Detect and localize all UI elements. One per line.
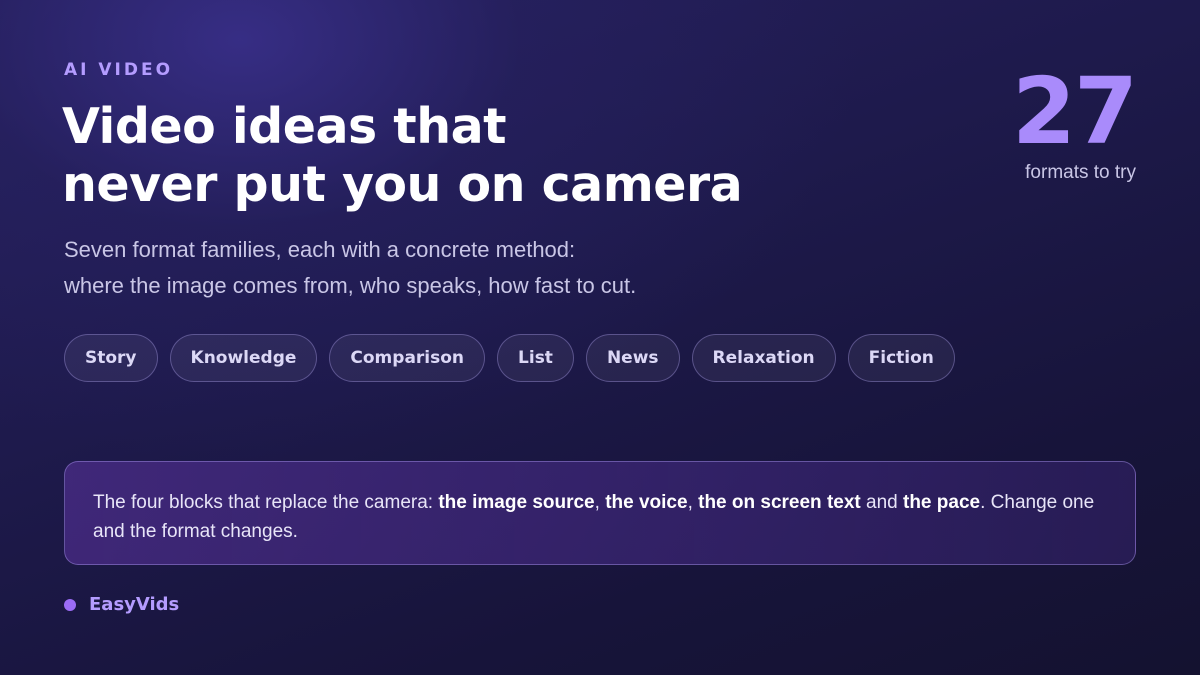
callout-intro: The four blocks that replace the camera:: [93, 492, 439, 513]
brand-dot-icon: [64, 598, 76, 611]
callout-block-voice: the voice: [605, 492, 688, 513]
format-count-stat: 27 formats to try: [1011, 58, 1138, 184]
brand-name: EasyVids: [89, 594, 180, 615]
callout-conjunction: and: [860, 492, 903, 513]
brand-footer: EasyVids: [64, 594, 179, 615]
page-subtitle-line-2: where the image comes from, who speaks, …: [64, 273, 637, 298]
page-title-line-1: Video ideas that: [62, 98, 507, 155]
format-family-chips: Story Knowledge Comparison List News Rel…: [64, 334, 955, 382]
callout-separator: ,: [594, 492, 606, 513]
chip-news[interactable]: News: [585, 334, 680, 382]
page-title: Video ideas that never put you on camera: [62, 98, 743, 214]
chip-knowledge[interactable]: Knowledge: [169, 334, 318, 382]
chip-story[interactable]: Story: [64, 334, 158, 382]
format-count-number: 27: [1011, 58, 1138, 165]
page-title-line-2: never put you on camera: [62, 156, 743, 213]
callout-block-on-screen-text: the on screen text: [698, 492, 861, 513]
callout-separator: ,: [687, 492, 699, 513]
page-subtitle-line-1: Seven format families, each with a concr…: [64, 237, 576, 262]
callout-block-pace: the pace: [903, 492, 981, 513]
camera-blocks-callout: The four blocks that replace the camera:…: [64, 461, 1136, 565]
eyebrow-label: AI VIDEO: [64, 60, 174, 80]
callout-block-image-source: the image source: [438, 492, 595, 513]
chip-fiction[interactable]: Fiction: [847, 334, 955, 382]
chip-relaxation[interactable]: Relaxation: [691, 334, 836, 382]
chip-comparison[interactable]: Comparison: [329, 334, 486, 382]
format-count-label: formats to try: [1025, 162, 1136, 183]
page-subtitle: Seven format families, each with a concr…: [64, 232, 636, 304]
chip-list[interactable]: List: [497, 334, 574, 382]
